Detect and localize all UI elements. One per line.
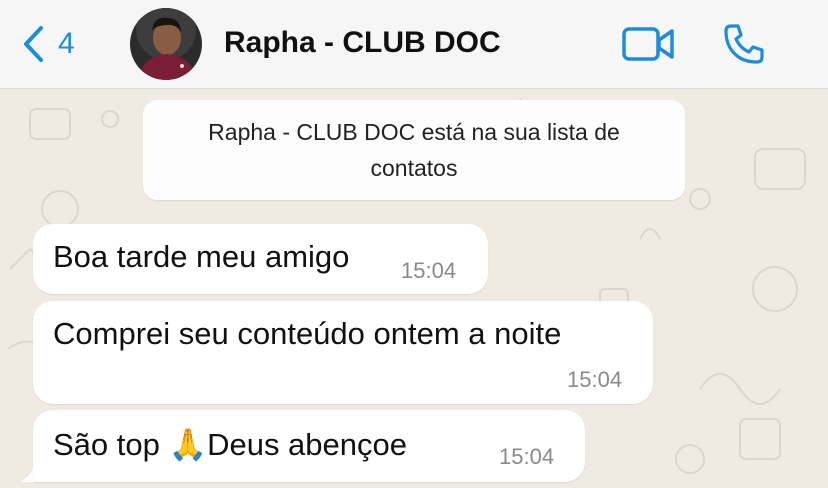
contact-name[interactable]: Rapha - CLUB DOC <box>224 26 501 60</box>
message-bubble[interactable]: Boa tarde meu amigo 15:04 <box>33 224 488 294</box>
notice-text: Rapha - CLUB DOC está na sua lista de co… <box>208 119 620 181</box>
video-camera-icon <box>622 27 674 61</box>
voice-call-button[interactable] <box>722 22 766 71</box>
message-text: Boa tarde meu amigo <box>53 239 350 274</box>
chat-header: 4 Rapha - CLUB DOC <box>0 0 828 89</box>
message-text: Comprei seu conteúdo ontem a noite <box>53 316 562 351</box>
avatar[interactable] <box>130 8 202 80</box>
message-text: São top 🙏Deus abençoe <box>53 427 408 462</box>
unread-count: 4 <box>58 27 75 60</box>
contact-notice: Rapha - CLUB DOC está na sua lista de co… <box>143 100 685 200</box>
back-button[interactable]: 4 <box>22 24 75 64</box>
video-call-button[interactable] <box>622 26 676 67</box>
message-time: 15:04 <box>499 444 555 469</box>
message-time: 15:04 <box>401 258 457 283</box>
message-bubble[interactable]: São top 🙏Deus abençoe 15:04 <box>33 410 585 482</box>
phone-icon <box>724 24 764 64</box>
chevron-left-icon <box>24 26 43 62</box>
message-bubble[interactable]: Comprei seu conteúdo ontem a noite 15:04 <box>33 301 653 404</box>
message-time: 15:04 <box>567 367 623 392</box>
